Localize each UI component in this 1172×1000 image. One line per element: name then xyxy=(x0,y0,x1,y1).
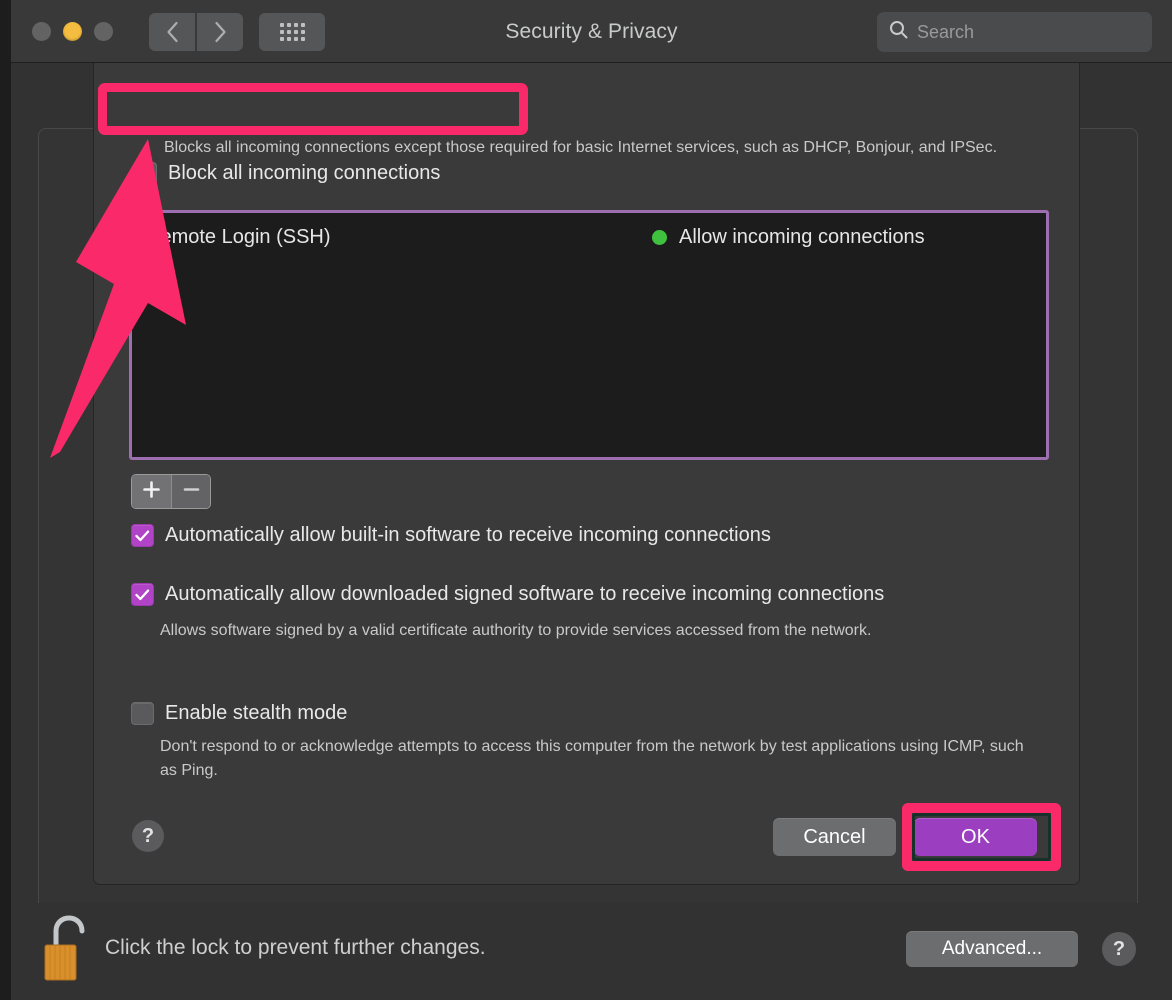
enable-stealth-mode-checkbox[interactable] xyxy=(131,702,154,725)
search-field[interactable] xyxy=(877,12,1152,52)
service-name: Remote Login (SSH) xyxy=(146,226,331,248)
firewall-options-sheet: Block all incoming connections Blocks al… xyxy=(93,63,1080,885)
enable-stealth-mode-description: Don't respond to or acknowledge attempts… xyxy=(160,738,1024,779)
block-all-incoming-connections-row[interactable]: Block all incoming connections xyxy=(134,162,440,185)
main-help-button[interactable]: ? xyxy=(1102,932,1136,966)
auto-allow-builtin-checkbox[interactable] xyxy=(131,524,154,547)
auto-allow-signed-checkbox[interactable] xyxy=(131,583,154,606)
block-all-incoming-connections-description: Blocks all incoming connections except t… xyxy=(164,139,998,156)
screen: Security & Privacy Block all incoming co… xyxy=(0,0,1172,1000)
ok-button[interactable]: OK xyxy=(914,818,1037,856)
remove-service-button[interactable] xyxy=(171,475,210,508)
search-icon xyxy=(889,20,908,44)
auto-allow-signed-description: Allows software signed by a valid certif… xyxy=(160,622,872,639)
search-input[interactable] xyxy=(917,21,1127,43)
advanced-button[interactable]: Advanced... xyxy=(906,931,1078,967)
table-row[interactable]: Remote Login (SSH) Allow incoming connec… xyxy=(146,226,1032,249)
auto-allow-builtin-label: Automatically allow built-in software to… xyxy=(165,524,771,546)
block-all-incoming-connections-checkbox[interactable] xyxy=(134,162,157,185)
enable-stealth-mode-row[interactable]: Enable stealth mode xyxy=(131,702,347,725)
status-dot-icon xyxy=(652,230,667,245)
list-add-remove-controls[interactable] xyxy=(131,474,211,509)
service-status-label: Allow incoming connections xyxy=(679,226,925,248)
desktop-left-edge xyxy=(0,0,11,1000)
cancel-button[interactable]: Cancel xyxy=(773,818,896,856)
plus-icon xyxy=(143,480,160,503)
open-padlock-icon[interactable] xyxy=(40,912,94,984)
minus-icon xyxy=(183,481,200,503)
sheet-help-button[interactable]: ? xyxy=(132,820,164,852)
block-all-incoming-connections-label: Block all incoming connections xyxy=(168,162,441,184)
enable-stealth-mode-label: Enable stealth mode xyxy=(165,702,348,724)
lock-message: Click the lock to prevent further change… xyxy=(105,936,486,959)
services-list[interactable]: Remote Login (SSH) Allow incoming connec… xyxy=(129,210,1049,460)
service-status: Allow incoming connections xyxy=(652,226,925,249)
auto-allow-signed-row[interactable]: Automatically allow downloaded signed so… xyxy=(131,583,884,606)
add-service-button[interactable] xyxy=(132,475,171,508)
window-titlebar: Security & Privacy xyxy=(11,0,1172,63)
auto-allow-builtin-row[interactable]: Automatically allow built-in software to… xyxy=(131,524,771,547)
auto-allow-signed-label: Automatically allow downloaded signed so… xyxy=(165,583,885,605)
